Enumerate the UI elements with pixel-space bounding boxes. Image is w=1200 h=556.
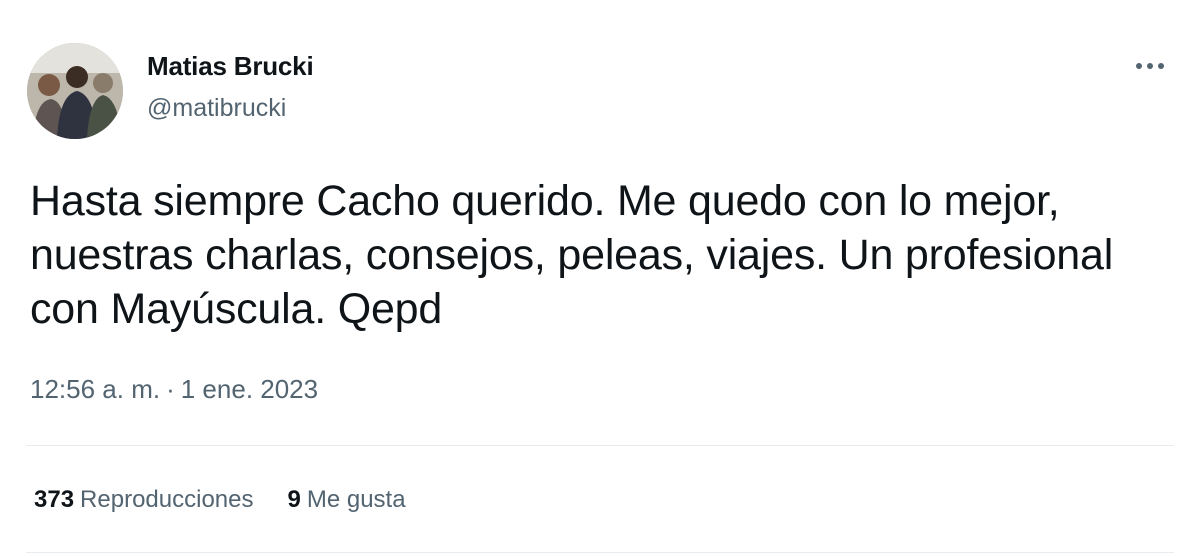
tweet-stats: 373 Reproducciones 9 Me gusta	[34, 484, 406, 516]
user-handle[interactable]: @matibrucki	[147, 92, 313, 124]
more-dot	[1158, 63, 1164, 69]
more-dot	[1147, 63, 1153, 69]
likes-count: 9	[287, 486, 301, 513]
user-info: Matias Brucki @matibrucki	[147, 50, 314, 124]
divider	[26, 445, 1174, 446]
views-stat[interactable]: 373 Reproducciones	[34, 484, 253, 516]
tweet-meta: 12:56 a. m. · 1 ene. 2023	[30, 373, 318, 405]
views-count: 373	[34, 486, 75, 513]
display-name[interactable]: Matias Brucki	[147, 50, 314, 82]
tweet-time[interactable]: 12:56 a. m.	[30, 374, 160, 404]
more-dot	[1136, 63, 1142, 69]
divider	[26, 552, 1174, 553]
likes-label: Me gusta	[306, 486, 406, 513]
tweet: Matias Brucki @matibrucki Hasta siempre …	[0, 0, 1200, 556]
tweet-date[interactable]: 1 ene. 2023	[181, 374, 318, 404]
meta-separator: ·	[166, 374, 175, 404]
avatar-photo	[27, 43, 123, 139]
likes-stat[interactable]: 9 Me gusta	[287, 484, 405, 516]
more-icon[interactable]	[1130, 52, 1170, 80]
views-label: Reproducciones	[80, 486, 254, 513]
tweet-text: Hasta siempre Cacho querido. Me quedo co…	[30, 177, 1114, 333]
avatar[interactable]	[27, 43, 123, 139]
